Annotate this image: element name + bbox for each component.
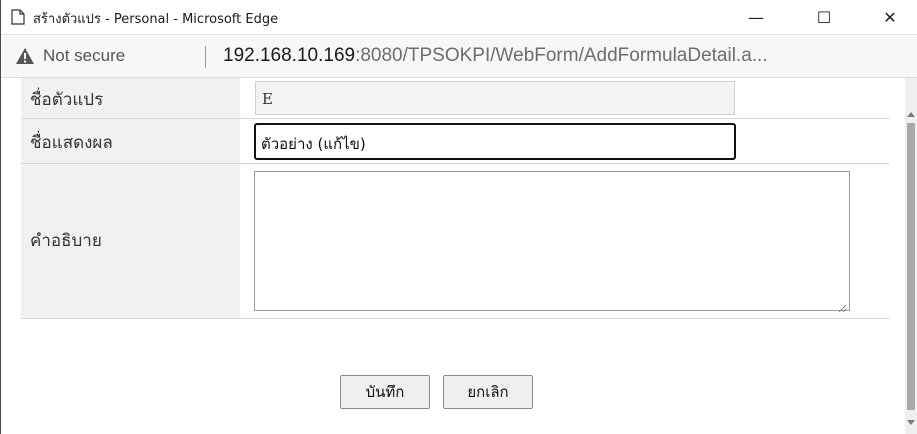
scroll-thumb[interactable] [907,123,915,410]
url-path: :8080/TPSOKPI/WebForm/AddFormulaDetail.a… [355,45,768,66]
cancel-button[interactable]: ยกเลิก [443,375,533,409]
page-content: ชื่อตัวแปร E ชื่อแสดงผล ตัวอย่าง (แก้ไข)… [1,78,917,434]
security-status[interactable]: Not secure [43,46,125,66]
variable-name-label: ชื่อตัวแปร [30,90,104,110]
maximize-button[interactable]: ☐ [801,0,847,34]
maximize-icon: ☐ [816,7,832,27]
description-textarea[interactable] [254,171,850,313]
vertical-scrollbar[interactable] [905,78,917,434]
close-icon: ✕ [883,7,897,27]
display-name-label: ชื่อแสดงผล [30,133,113,153]
resize-grip-icon[interactable] [837,298,847,313]
title-bar: สร้างตัวแปร - Personal - Microsoft Edge … [1,0,917,35]
page-icon [11,9,25,25]
minimize-icon: — [748,7,764,27]
address-bar[interactable]: Not secure 192.168.10.169:8080/TPSOKPI/W… [1,35,917,78]
save-button[interactable]: บันทึก [340,375,430,409]
window-title: สร้างตัวแปร - Personal - Microsoft Edge [33,12,279,27]
variable-name-field: E [255,81,735,115]
description-row: คำอธิบาย [21,164,889,319]
scroll-down-icon[interactable] [907,420,915,425]
minimize-button[interactable]: — [733,0,779,34]
warning-icon[interactable] [15,47,35,65]
description-label: คำอธิบาย [30,231,102,251]
variable-name-row: ชื่อตัวแปร E [21,78,889,119]
url-text[interactable]: 192.168.10.169:8080/TPSOKPI/WebForm/AddF… [223,45,768,67]
address-divider [205,46,206,68]
display-name-row: ชื่อแสดงผล ตัวอย่าง (แก้ไข) [21,119,889,164]
scroll-up-icon[interactable] [907,112,915,117]
browser-window: สร้างตัวแปร - Personal - Microsoft Edge … [0,0,917,434]
variable-form: ชื่อตัวแปร E ชื่อแสดงผล ตัวอย่าง (แก้ไข)… [21,78,889,319]
url-host: 192.168.10.169 [223,45,356,66]
close-button[interactable]: ✕ [867,0,913,34]
display-name-input[interactable]: ตัวอย่าง (แก้ไข) [254,123,736,160]
